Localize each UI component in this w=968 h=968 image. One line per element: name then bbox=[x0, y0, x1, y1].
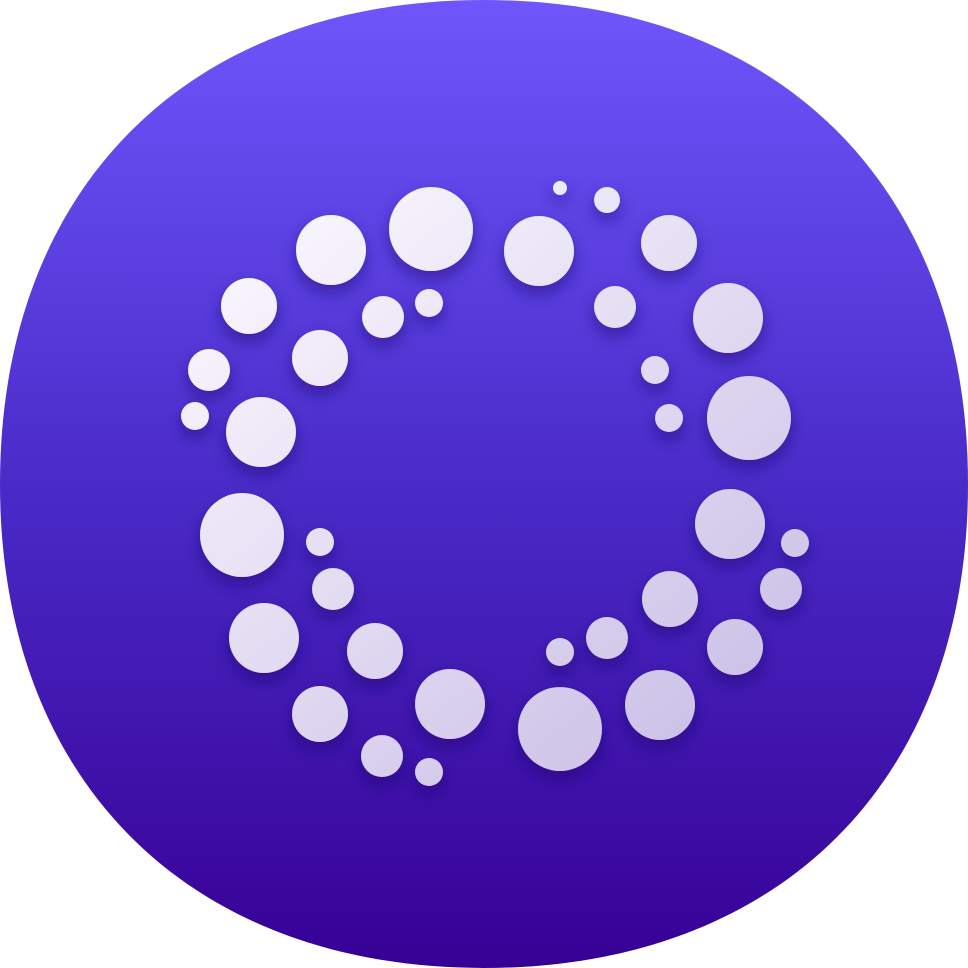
ring-dot bbox=[200, 493, 284, 577]
ring-dot bbox=[504, 216, 574, 286]
ring-dot bbox=[641, 356, 669, 384]
ring-dot bbox=[415, 669, 485, 739]
ring-dot bbox=[781, 529, 809, 557]
ring-dot bbox=[641, 215, 697, 271]
ring-dot bbox=[296, 215, 366, 285]
ring-dot bbox=[693, 283, 763, 353]
ring-dot bbox=[415, 758, 443, 786]
ring-dot bbox=[188, 349, 230, 391]
ring-dot bbox=[594, 187, 620, 213]
ring-dot bbox=[594, 286, 636, 328]
ring-dot bbox=[707, 619, 763, 675]
ring-dot bbox=[707, 376, 791, 460]
ring-dot bbox=[760, 568, 802, 610]
app-icon[interactable] bbox=[0, 0, 968, 968]
ring-dot bbox=[642, 571, 698, 627]
ring-dot bbox=[389, 187, 473, 271]
ring-dot bbox=[361, 735, 403, 777]
ring-dot bbox=[229, 603, 299, 673]
ring-dot bbox=[553, 181, 567, 195]
ring-dot bbox=[221, 278, 277, 334]
ring-dot bbox=[415, 289, 443, 317]
ring-dot bbox=[546, 638, 574, 666]
ring-dot bbox=[292, 330, 348, 386]
ring-dot bbox=[362, 296, 404, 338]
ring-dot bbox=[655, 404, 683, 432]
ring-dot bbox=[226, 397, 296, 467]
ring-dot bbox=[292, 686, 348, 742]
ring-dot bbox=[625, 670, 695, 740]
ring-dot bbox=[312, 568, 354, 610]
ring-dot bbox=[695, 489, 765, 559]
ring-dot bbox=[306, 528, 334, 556]
ring-dot bbox=[586, 617, 628, 659]
ring-dot bbox=[347, 623, 403, 679]
ring-dot bbox=[518, 687, 602, 771]
icon-background bbox=[0, 0, 968, 968]
ring-dot bbox=[181, 402, 209, 430]
